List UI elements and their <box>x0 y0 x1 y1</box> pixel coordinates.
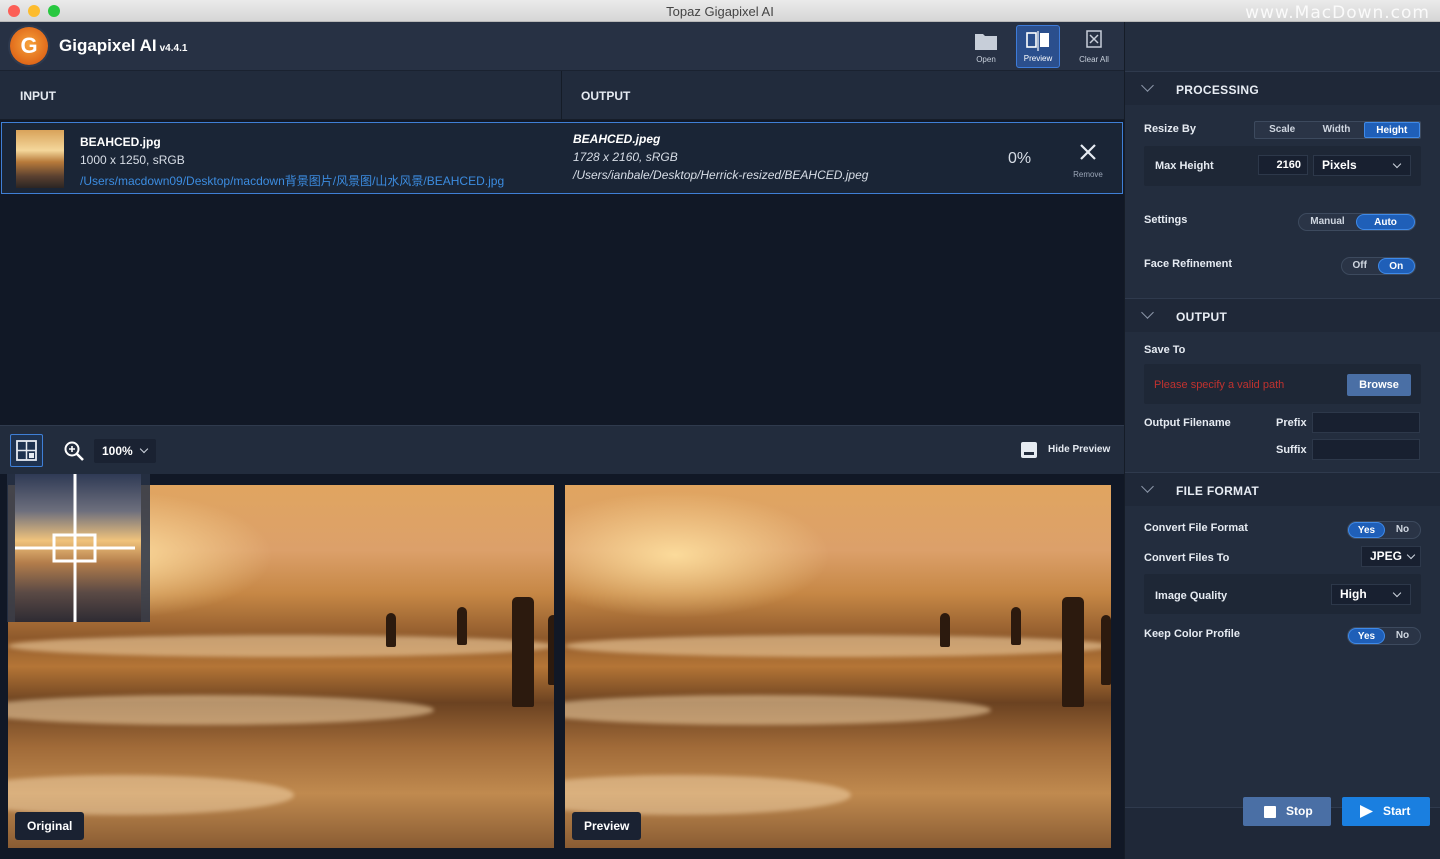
open-button[interactable]: Open <box>964 25 1008 68</box>
app-logo: G <box>10 27 48 65</box>
input-meta: 1000 x 1250, sRGB <box>80 153 185 167</box>
face-refinement-label: Face Refinement <box>1144 258 1233 270</box>
chevron-down-icon <box>1141 306 1154 319</box>
hide-preview-checkbox[interactable] <box>1021 442 1037 458</box>
output-filename: BEAHCED.jpeg <box>573 132 661 146</box>
max-height-input[interactable]: 2160 <box>1258 155 1308 175</box>
suffix-input[interactable] <box>1312 439 1420 460</box>
image-quality-select[interactable]: High <box>1331 584 1411 605</box>
resize-by-toggle[interactable]: Scale Width Height <box>1254 121 1421 139</box>
preview-label: Preview <box>572 812 642 840</box>
save-to-label: Save To <box>1144 344 1186 356</box>
file-format-section-header[interactable]: FILE FORMAT <box>1125 472 1440 506</box>
chevron-down-icon <box>1406 550 1416 560</box>
suffix-label: Suffix <box>1276 444 1307 456</box>
app-header: G Gigapixel AI v4.4.1 Open Preview Clear … <box>0 22 1124 71</box>
preview-button[interactable]: Preview <box>1016 25 1060 68</box>
settings-toggle[interactable]: Manual Auto <box>1298 213 1416 231</box>
remove-button[interactable]: Remove <box>1070 143 1106 179</box>
start-button[interactable]: Start <box>1342 797 1430 826</box>
file-list-header: INPUT OUTPUT <box>0 71 1124 120</box>
convert-to-label: Convert Files To <box>1144 552 1230 564</box>
output-column-header: OUTPUT <box>581 89 631 103</box>
window-titlebar: Topaz Gigapixel AI www.MacDown.com <box>0 0 1440 23</box>
resize-by-option-scale[interactable]: Scale <box>1255 122 1309 138</box>
chevron-down-icon <box>139 444 149 454</box>
resize-by-option-height[interactable]: Height <box>1363 122 1420 138</box>
keep-profile-option-yes[interactable]: Yes <box>1348 628 1385 644</box>
navigator-icon <box>16 440 37 461</box>
zoom-select[interactable]: 100% <box>94 439 156 463</box>
keep-profile-toggle[interactable]: Yes No <box>1347 627 1421 645</box>
settings-option-auto[interactable]: Auto <box>1356 214 1415 230</box>
face-refinement-option-off[interactable]: Off <box>1342 258 1378 274</box>
folder-icon <box>975 34 997 50</box>
navigator-toggle-button[interactable] <box>10 434 43 467</box>
face-refinement-option-on[interactable]: On <box>1377 258 1415 274</box>
resize-by-label: Resize By <box>1144 123 1196 135</box>
settings-option-manual[interactable]: Manual <box>1299 214 1356 230</box>
chevron-down-icon <box>1141 480 1154 493</box>
resize-by-option-width[interactable]: Width <box>1309 122 1363 138</box>
input-filename: BEAHCED.jpg <box>80 135 161 149</box>
preview-area: Original Preview <box>0 474 1124 859</box>
keep-profile-label: Keep Color Profile <box>1144 628 1240 640</box>
max-height-label: Max Height <box>1155 160 1214 172</box>
face-refinement-toggle[interactable]: Off On <box>1341 257 1416 275</box>
chevron-down-icon <box>1392 159 1402 169</box>
file-thumbnail <box>16 130 64 188</box>
input-path[interactable]: /Users/macdown09/Desktop/macdown背景图片/风景图… <box>80 172 504 189</box>
keep-profile-option-no[interactable]: No <box>1385 628 1420 644</box>
processing-section-header[interactable]: PROCESSING <box>1125 71 1440 105</box>
clear-all-icon <box>1086 30 1102 48</box>
convert-format-toggle[interactable]: Yes No <box>1347 521 1421 539</box>
file-list: BEAHCED.jpg 1000 x 1250, sRGB /Users/mac… <box>0 120 1124 425</box>
watermark: www.MacDown.com <box>1245 3 1430 23</box>
preview-toolbar: 100% Hide Preview <box>0 425 1124 474</box>
clear-all-button[interactable]: Clear All <box>1072 25 1116 68</box>
convert-format-option-yes[interactable]: Yes <box>1348 522 1385 538</box>
close-icon <box>1080 144 1096 160</box>
app-name: Gigapixel AI v4.4.1 <box>59 36 188 55</box>
column-divider <box>561 71 562 120</box>
prefix-input[interactable] <box>1312 412 1420 433</box>
split-preview-icon <box>1026 31 1049 51</box>
settings-panel: PROCESSING Resize By Scale Width Height Ma… <box>1124 22 1440 859</box>
window-title: Topaz Gigapixel AI <box>666 4 774 19</box>
convert-to-select[interactable]: JPEG <box>1361 546 1421 567</box>
app-version: v4.4.1 <box>159 43 188 54</box>
zoom-in-icon[interactable] <box>63 440 85 462</box>
original-label: Original <box>15 812 85 840</box>
image-quality-label: Image Quality <box>1155 590 1228 602</box>
save-path-error: Please specify a valid path <box>1154 379 1285 391</box>
play-icon <box>1360 805 1373 818</box>
output-meta: 1728 x 2160, sRGB <box>573 150 678 164</box>
browse-button[interactable]: Browse <box>1347 374 1411 396</box>
progress-percent: 0% <box>1008 150 1032 167</box>
input-column-header: INPUT <box>20 89 56 103</box>
stop-button[interactable]: Stop <box>1243 797 1331 826</box>
navigator-crosshair[interactable] <box>7 474 150 622</box>
file-row[interactable]: BEAHCED.jpg 1000 x 1250, sRGB /Users/mac… <box>1 122 1123 194</box>
chevron-down-icon <box>1392 588 1402 598</box>
chevron-down-icon <box>1141 79 1154 92</box>
output-section-header[interactable]: OUTPUT <box>1125 298 1440 332</box>
stop-icon <box>1264 806 1276 818</box>
convert-format-option-no[interactable]: No <box>1385 522 1420 538</box>
prefix-label: Prefix <box>1276 417 1307 429</box>
unit-select[interactable]: Pixels <box>1313 155 1411 176</box>
navigator-panel[interactable] <box>7 474 150 622</box>
preview-image[interactable]: Preview <box>565 485 1111 848</box>
settings-label: Settings <box>1144 214 1188 226</box>
hide-preview-label[interactable]: Hide Preview <box>1048 444 1110 455</box>
convert-format-label: Convert File Format <box>1144 522 1248 534</box>
output-path: /Users/ianbale/Desktop/Herrick-resized/B… <box>573 168 869 182</box>
output-filename-label: Output Filename <box>1144 417 1231 429</box>
